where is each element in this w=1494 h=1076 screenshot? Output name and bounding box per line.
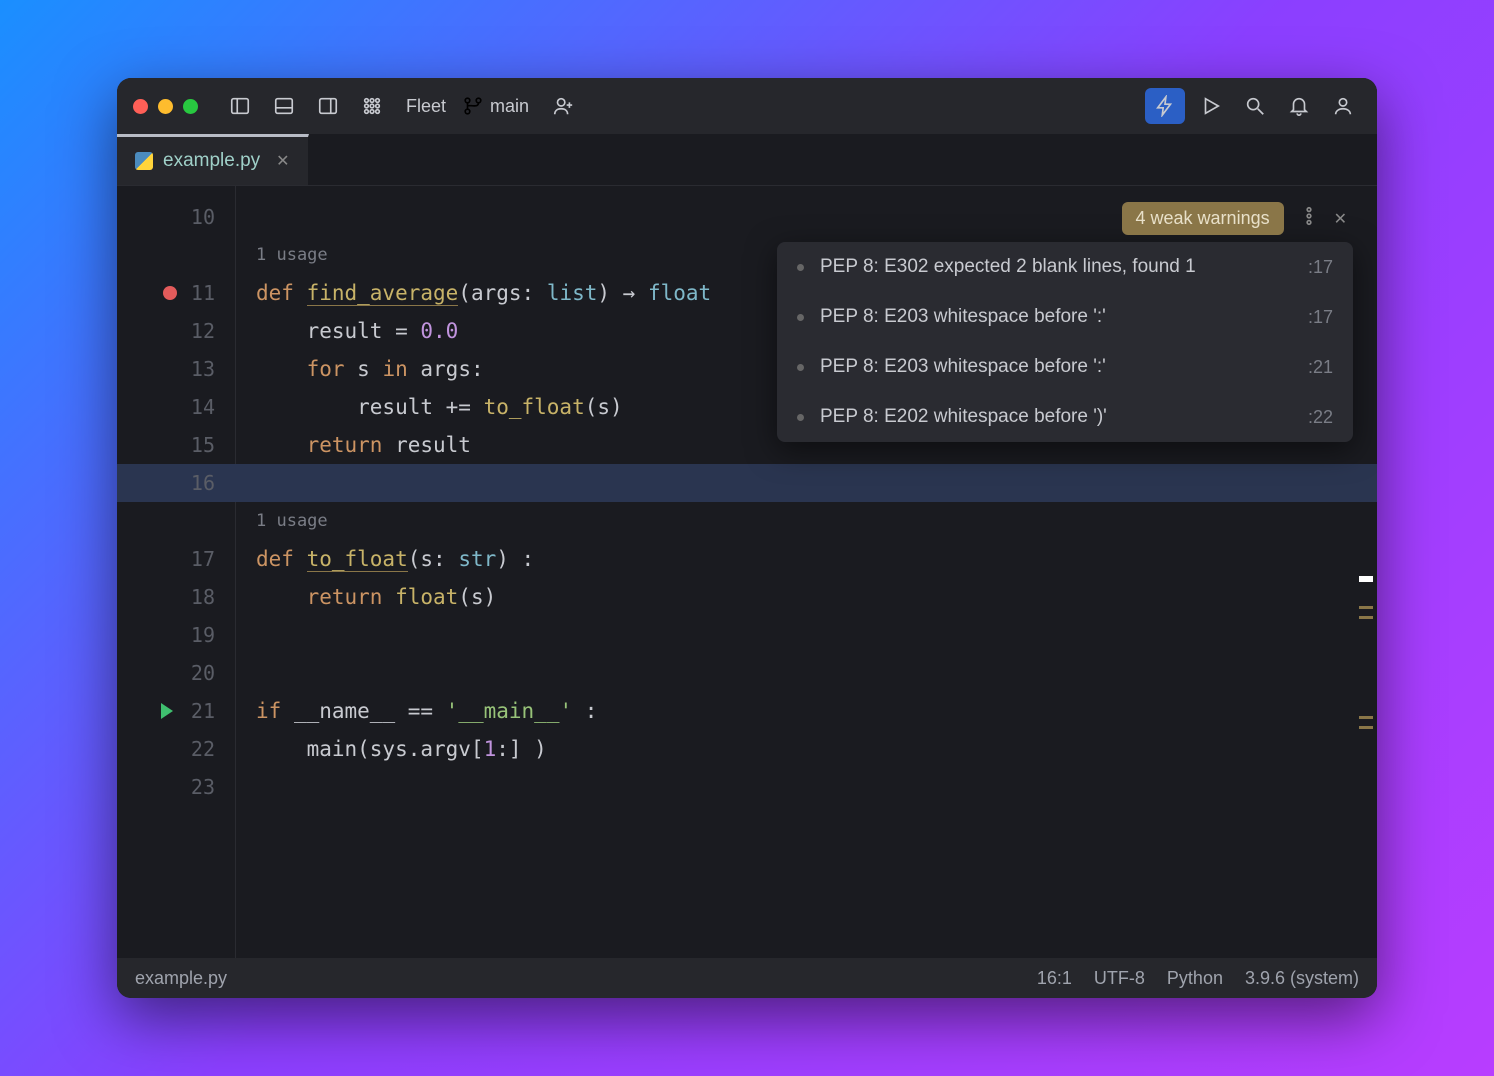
- problem-location: :21: [1308, 357, 1333, 378]
- tab-label: example.py: [163, 150, 260, 172]
- usage-hint[interactable]: 1 usage: [236, 502, 1377, 540]
- code-line: return float(s): [236, 578, 1377, 616]
- panel-bottom-icon[interactable]: [266, 88, 302, 124]
- panel-right-icon[interactable]: [310, 88, 346, 124]
- status-cursor[interactable]: 16:1: [1037, 968, 1072, 989]
- problems-panel: PEP 8: E302 expected 2 blank lines, foun…: [777, 242, 1353, 442]
- tab-example-py[interactable]: example.py ✕: [117, 134, 309, 185]
- problem-location: :22: [1308, 407, 1333, 428]
- code-line: [236, 768, 1377, 806]
- code-line: def to_float(s: str) :: [236, 540, 1377, 578]
- status-encoding[interactable]: UTF-8: [1094, 968, 1145, 989]
- bullet-icon: [797, 264, 804, 271]
- ide-window: Fleet main example.py ✕: [117, 78, 1377, 998]
- titlebar: Fleet main: [117, 78, 1377, 134]
- line-number: 10: [117, 198, 235, 236]
- editor[interactable]: 4 weak warnings ✕ 10 11 12 13 14 15 16 1…: [117, 186, 1377, 958]
- account-icon[interactable]: [1325, 88, 1361, 124]
- line-number: 22: [117, 730, 235, 768]
- line-number-run[interactable]: 21: [117, 692, 235, 730]
- scrollbar-markers: [1363, 246, 1373, 958]
- problem-row[interactable]: PEP 8: E203 whitespace before ':' :21: [777, 342, 1353, 392]
- close-tab-icon[interactable]: ✕: [276, 151, 289, 171]
- smart-mode-icon[interactable]: [1145, 88, 1185, 124]
- minimize-window-icon[interactable]: [158, 99, 173, 114]
- line-number: 15: [117, 426, 235, 464]
- line-number: 14: [117, 388, 235, 426]
- problem-row[interactable]: PEP 8: E203 whitespace before ':' :17: [777, 292, 1353, 342]
- code-line: main(sys.argv[1:] ): [236, 730, 1377, 768]
- problem-location: :17: [1308, 307, 1333, 328]
- bullet-icon: [797, 314, 804, 321]
- search-icon[interactable]: [1237, 88, 1273, 124]
- code-line-current: [215, 464, 1377, 502]
- line-number: 13: [117, 350, 235, 388]
- maximize-window-icon[interactable]: [183, 99, 198, 114]
- statusbar: example.py 16:1 UTF-8 Python 3.9.6 (syst…: [117, 958, 1377, 998]
- more-icon[interactable]: [1298, 205, 1320, 232]
- line-number: 17: [117, 540, 235, 578]
- code-line: [236, 654, 1377, 692]
- panel-left-icon[interactable]: [222, 88, 258, 124]
- line-number: 12: [117, 312, 235, 350]
- status-interpreter[interactable]: 3.9.6 (system): [1245, 968, 1359, 989]
- problems-summary: 4 weak warnings ✕: [1122, 202, 1347, 235]
- apps-grid-icon[interactable]: [354, 88, 390, 124]
- python-file-icon: [135, 152, 153, 170]
- gutter: 10 11 12 13 14 15 16 17 18 19 20 21 22 2…: [117, 186, 235, 958]
- tabbar: example.py ✕: [117, 134, 1377, 186]
- add-user-icon[interactable]: [545, 88, 581, 124]
- problem-row[interactable]: PEP 8: E302 expected 2 blank lines, foun…: [777, 242, 1353, 292]
- warnings-badge[interactable]: 4 weak warnings: [1122, 202, 1284, 235]
- branch-selector[interactable]: main: [462, 95, 537, 117]
- gutter-gap: [117, 236, 235, 274]
- problem-row[interactable]: PEP 8: E202 whitespace before ')' :22: [777, 392, 1353, 442]
- status-language[interactable]: Python: [1167, 968, 1223, 989]
- branch-label: main: [488, 96, 537, 117]
- bullet-icon: [797, 364, 804, 371]
- notifications-icon[interactable]: [1281, 88, 1317, 124]
- status-filepath[interactable]: example.py: [135, 968, 227, 989]
- bullet-icon: [797, 414, 804, 421]
- line-number: 20: [117, 654, 235, 692]
- code-line: [236, 616, 1377, 654]
- problem-location: :17: [1308, 257, 1333, 278]
- line-number: 19: [117, 616, 235, 654]
- gutter-gap: [117, 502, 235, 540]
- line-number: 23: [117, 768, 235, 806]
- run-icon[interactable]: [1193, 88, 1229, 124]
- close-window-icon[interactable]: [133, 99, 148, 114]
- line-number: 18: [117, 578, 235, 616]
- line-number-breakpoint[interactable]: 11: [117, 274, 235, 312]
- app-name-label[interactable]: Fleet: [398, 96, 454, 117]
- close-problems-icon[interactable]: ✕: [1334, 209, 1347, 229]
- window-controls: [133, 99, 198, 114]
- code-line: if __name__ == '__main__' :: [236, 692, 1377, 730]
